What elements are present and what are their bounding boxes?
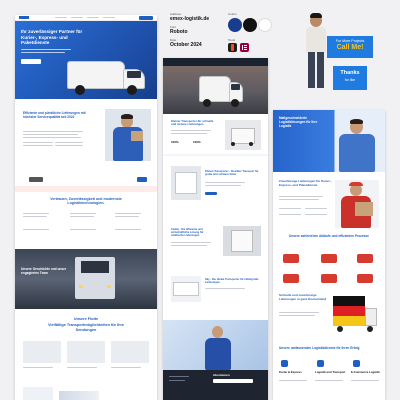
courier-photo — [105, 109, 151, 161]
caddy-image — [223, 226, 261, 256]
truck-icon — [29, 177, 43, 182]
color-swatch-white — [258, 18, 272, 32]
panel-van-button[interactable] — [205, 192, 217, 195]
services-title: Unsere umfassenden Logistikdienste für I… — [279, 346, 360, 350]
process-icon-3 — [357, 254, 373, 263]
thanks-card: Thanks for like — [333, 66, 367, 90]
font-value: Roboto — [170, 29, 188, 35]
germany-flag-truck — [331, 294, 379, 336]
stat-b: 100% — [193, 140, 201, 144]
hero-cta-button[interactable] — [21, 59, 41, 64]
cargo-title: Kleiner Transporter für schnelle und sic… — [171, 119, 214, 127]
service-hero: Maßgeschneiderte Logistiklösungen für Ih… — [273, 110, 385, 172]
process-icon-2 — [321, 254, 337, 263]
process-icon-5 — [321, 274, 337, 283]
style-guide: Address emex-logistik.de Font Roboto Dat… — [170, 12, 272, 56]
service-title: Maßgeschneiderte Logistiklösungen für Ih… — [279, 116, 318, 128]
panel-van-title: Planen Transporter - Flexibler Transport… — [205, 170, 259, 177]
stat-a: 100% — [171, 140, 179, 144]
header-bar — [163, 58, 268, 66]
more-projects-text: For More Projects — [335, 39, 365, 43]
left-page-mockup: Ihr zuverlässiger Partner für Kurier-, E… — [15, 15, 157, 400]
hero-van-image — [67, 61, 147, 99]
history-section: Unsere Geschichte und unser engagiertes … — [15, 249, 157, 309]
service-col-1: Kurier & Express — [279, 370, 302, 374]
service-col-3: E-Commerce Logistik — [351, 370, 380, 374]
process-icon-6 — [357, 274, 373, 283]
service-icon-1 — [281, 360, 288, 367]
hero-title: Ihr zuverlässiger Partner für Kurier-, E… — [21, 29, 83, 46]
process-icon-1 — [283, 254, 299, 263]
service-icon-2 — [317, 360, 324, 367]
figma-icon — [228, 43, 237, 52]
fleet-subtitle: Vielfältige Transportmöglichkeiten für I… — [47, 323, 125, 332]
delivery-title: Zuverlässige Lieferungen für Kurier-, Ex… — [279, 179, 332, 187]
service-col-2: Logistik und Transport — [315, 370, 346, 374]
thanks-text: Thanks — [340, 70, 360, 76]
nav-cta-button[interactable] — [139, 16, 153, 20]
courier-van-photo — [163, 320, 268, 370]
subscribe-title: Abonnieren — [213, 373, 230, 377]
sky-image — [171, 276, 201, 302]
process-icon-4 — [283, 274, 299, 283]
efficient-title: Effiziente und pünktliche Lieferungen mi… — [23, 111, 86, 119]
elementor-icon — [240, 43, 249, 52]
address-value: emex-logistik.de — [170, 16, 210, 22]
delivery-person-photo — [335, 180, 379, 228]
right-page-mockup: Maßgeschneiderte Logistiklösungen für Ih… — [273, 110, 385, 400]
process-title: Unsere zahlreichen Abläufe und effizient… — [289, 234, 369, 238]
history-title: Unsere Geschichte und unser engagiertes … — [21, 267, 67, 275]
middle-page-mockup: Kleiner Transporter für schnelle und sic… — [163, 58, 268, 400]
colors-label: Colors — [228, 12, 237, 16]
trust-title: Vertrauen, Zuverlässigkeit und modernste… — [50, 197, 122, 206]
truck-icon-2 — [137, 177, 147, 182]
hero-section: Ihr zuverlässiger Partner für Kurier-, E… — [15, 21, 157, 99]
service-icon-3 — [353, 360, 360, 367]
cargo-image — [225, 120, 261, 150]
logo — [19, 16, 29, 19]
tools-label: Tools — [228, 38, 236, 42]
for-like-text: for like — [344, 78, 356, 82]
subscribe-input[interactable] — [213, 379, 253, 383]
panel-van-image — [171, 166, 201, 200]
color-swatch-black — [243, 18, 257, 32]
call-me-text: Call Me! — [336, 44, 364, 51]
sky-title: Sky - Der ideale Transporter für mittelg… — [205, 278, 259, 285]
color-swatch-blue — [228, 18, 242, 32]
hero-photo — [163, 66, 268, 114]
date-value: October 2024 — [170, 42, 202, 48]
call-me-card[interactable]: For More Projects Call Me! — [327, 36, 373, 58]
footer: Abonnieren — [163, 370, 268, 400]
fleet-title: Unsere Flotte — [73, 317, 99, 321]
caddy-title: Caddy - Die effiziente und wirtschaftlic… — [171, 228, 204, 238]
germany-title: Schnelle und zuverlässige Lieferungen in… — [279, 293, 327, 301]
